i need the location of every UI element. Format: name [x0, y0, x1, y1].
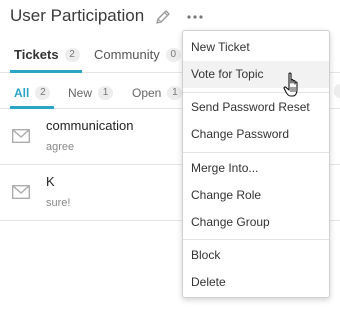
ellipsis-icon	[187, 15, 203, 19]
menu-item-change-group[interactable]: Change Group	[183, 209, 329, 236]
tab-label: Tickets	[14, 47, 59, 62]
menu-item-change-role[interactable]: Change Role	[183, 182, 329, 209]
filter-count-badge: 1	[167, 86, 183, 100]
filter-count-badge: 1	[98, 86, 114, 100]
filter-label: All	[14, 86, 30, 100]
menu-item-send-password-reset[interactable]: Send Password Reset	[183, 94, 329, 121]
menu-item-delete[interactable]: Delete	[183, 269, 329, 296]
filter-overflow-badge	[334, 84, 340, 98]
menu-item-change-password[interactable]: Change Password	[183, 121, 329, 148]
filter-all[interactable]: All 2	[14, 86, 51, 100]
envelope-icon	[12, 129, 30, 143]
ticket-title: communication	[46, 118, 134, 133]
menu-item-block[interactable]: Block	[183, 242, 329, 269]
filter-open[interactable]: Open 1	[132, 86, 183, 100]
envelope-icon	[12, 185, 30, 199]
tab-tickets[interactable]: Tickets 2	[14, 47, 80, 62]
menu-divider	[183, 152, 329, 153]
filter-new[interactable]: New 1	[68, 86, 114, 100]
more-actions-button[interactable]	[185, 8, 205, 26]
ticket-snippet: sure!	[46, 197, 71, 209]
filter-count-badge: 2	[35, 86, 51, 100]
menu-item-vote-for-topic[interactable]: Vote for Topic	[183, 61, 329, 88]
filter-label: New	[68, 86, 93, 100]
menu-item-new-ticket[interactable]: New Ticket	[183, 34, 329, 61]
menu-item-merge-into[interactable]: Merge Into...	[183, 155, 329, 182]
tab-count-badge: 0	[165, 47, 181, 62]
filter-label: Open	[132, 86, 162, 100]
tab-community[interactable]: Community 0	[94, 47, 181, 62]
ticket-snippet: agree	[46, 141, 75, 153]
page-title: User Participation	[10, 6, 145, 25]
ticket-title: K	[46, 174, 55, 189]
actions-dropdown-menu: New Ticket Vote for Topic Send Password …	[182, 30, 330, 298]
active-filter-indicator	[10, 106, 54, 109]
menu-divider	[183, 92, 329, 93]
tab-count-badge: 2	[64, 47, 80, 62]
edit-button[interactable]	[154, 8, 172, 26]
menu-divider	[183, 239, 329, 240]
tab-label: Community	[94, 47, 160, 62]
pencil-icon	[156, 10, 170, 24]
